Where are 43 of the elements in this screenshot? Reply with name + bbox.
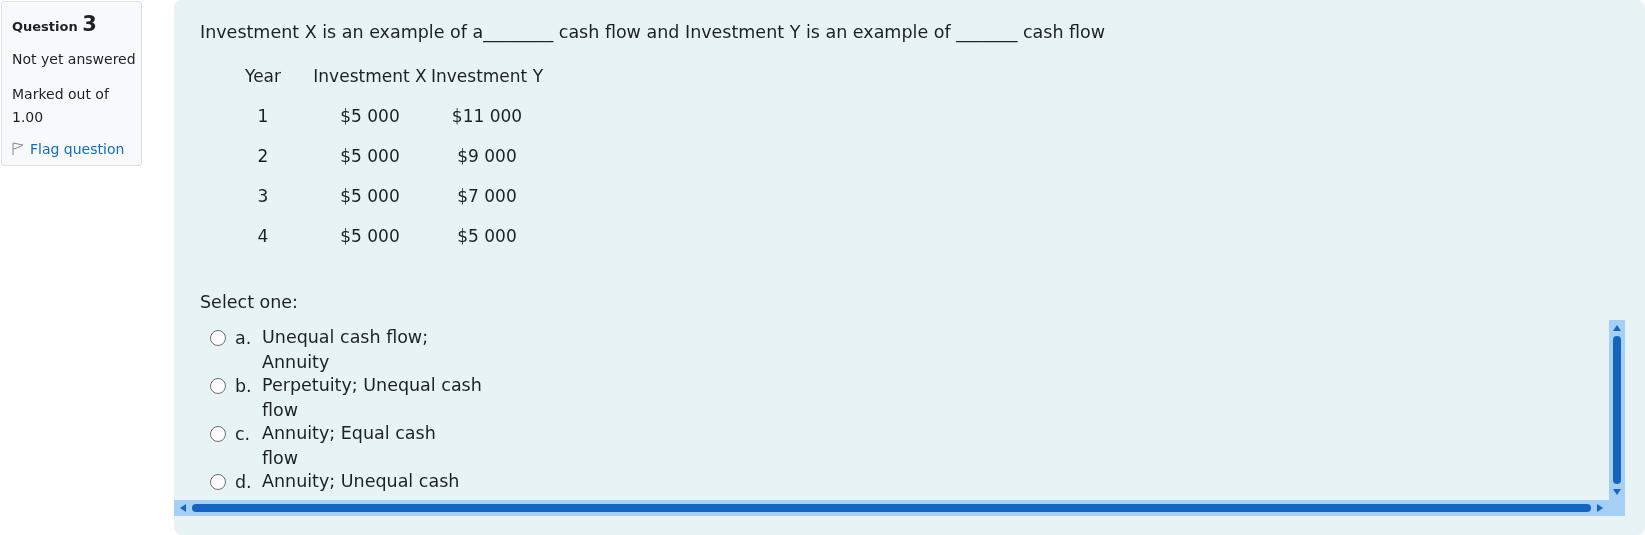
horizontal-scrollbar[interactable] <box>174 500 1609 516</box>
radio-button[interactable] <box>210 330 226 346</box>
table-cell-text: 4 <box>256 225 270 248</box>
option-letter: c. <box>235 423 252 445</box>
question-status: Not yet answered <box>12 50 136 69</box>
table-cell-text: 1 <box>256 105 270 128</box>
question-marks: Marked out of 1.00 <box>12 85 111 127</box>
option-letter: b. <box>235 375 253 397</box>
radio-button[interactable] <box>210 378 226 394</box>
option-letter: d. <box>235 471 253 493</box>
option-text: flow <box>262 400 300 420</box>
option-text: Annuity; Equal cash <box>262 423 436 443</box>
column-header: Year <box>244 65 282 88</box>
select-prompt: Select one: <box>200 292 299 312</box>
table-cell-text: $5 000 <box>456 225 518 248</box>
radio-button[interactable] <box>210 474 226 490</box>
question-number: Question 3 <box>12 12 98 36</box>
scroll-left-icon[interactable] <box>178 503 188 513</box>
table-cell-text: 2 <box>256 145 270 168</box>
option-text: flow <box>262 448 300 468</box>
table-cell-text: $5 000 <box>339 225 401 248</box>
vertical-scrollbar[interactable] <box>1609 320 1625 516</box>
option-text: Annuity; Unequal cash <box>262 471 460 491</box>
option-text: Perpetuity; Unequal cash <box>262 375 482 395</box>
table-cell-text: $7 000 <box>456 185 518 208</box>
flag-icon <box>12 142 24 156</box>
option-text: Unequal cash flow; <box>262 327 429 347</box>
scroll-right-icon[interactable] <box>1595 503 1605 513</box>
flag-question-link[interactable]: Flag question <box>12 141 136 157</box>
table-cell-text: $5 000 <box>339 185 401 208</box>
column-header: Investment Y <box>432 65 542 88</box>
table-cell-text: $9 000 <box>456 145 518 168</box>
radio-button[interactable] <box>210 426 226 442</box>
option-letter: a. <box>235 327 253 349</box>
table-cell-text: 3 <box>256 185 270 208</box>
question-text: Investment X is an example of a________ cash flow and Investment Y is an example of _______ cash flow <box>200 22 1107 42</box>
table-cell-text: $5 000 <box>339 105 401 128</box>
table-cell-text: $11 000 <box>450 105 524 128</box>
scroll-up-icon[interactable] <box>1612 323 1622 333</box>
column-header: Investment X <box>312 65 428 88</box>
table-cell-text: $5 000 <box>339 145 401 168</box>
scroll-down-icon[interactable] <box>1612 487 1622 497</box>
option-text: Annuity <box>262 352 331 372</box>
